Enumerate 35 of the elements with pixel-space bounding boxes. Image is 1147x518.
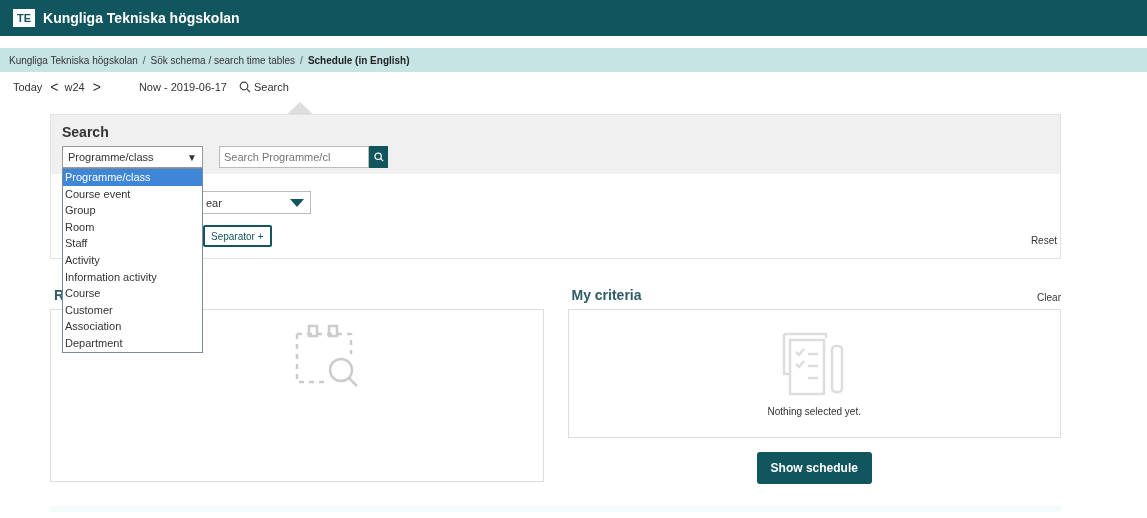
dropdown-option[interactable]: Staff <box>63 235 202 252</box>
search-icon <box>239 81 251 93</box>
reset-link[interactable]: Reset <box>1030 234 1057 246</box>
search-button[interactable] <box>369 146 388 168</box>
date-label: Now - 2019-06-17 <box>138 81 227 93</box>
separator-button[interactable]: Separator + <box>203 225 272 247</box>
breadcrumb-separator: / <box>142 54 146 66</box>
site-title[interactable]: Kungliga Tekniska högskolan <box>43 10 240 26</box>
logo[interactable]: TE <box>13 9 36 27</box>
search-heading: Search <box>62 124 110 140</box>
dropdown-option[interactable]: Programme/class <box>63 169 202 186</box>
breadcrumb-link[interactable]: Kungliga Tekniska högskolan <box>9 54 138 66</box>
week-label: w24 <box>64 81 85 93</box>
dropdown-option[interactable]: Department <box>63 334 202 352</box>
next-week-link[interactable]: > <box>92 79 101 95</box>
dropdown-option[interactable]: Information activity <box>63 268 202 286</box>
previous-week-link[interactable]: < <box>50 79 59 95</box>
breadcrumb-link[interactable]: Sök schema / search time tables <box>150 54 296 66</box>
empty-message: Nothing selected yet. <box>767 406 861 417</box>
breadcrumb-link[interactable]: Schedule (in English) <box>307 54 410 66</box>
dropdown-option[interactable]: Activity <box>63 251 202 269</box>
search-link[interactable]: Search <box>239 81 289 93</box>
breadcrumb-separator: / <box>300 54 303 66</box>
search-field[interactable]: Search Programme/cl <box>219 146 369 168</box>
criteria-heading: My criteria <box>570 287 642 303</box>
show-schedule-button[interactable]: Show schedule <box>756 452 872 484</box>
dropdown-option[interactable]: Association <box>63 318 202 335</box>
today-link[interactable]: Today <box>13 81 43 93</box>
clear-link[interactable]: Clear <box>1037 292 1061 303</box>
search-icon <box>373 152 384 162</box>
dropdown-option[interactable]: Room <box>63 218 202 236</box>
caret-icon <box>290 198 304 207</box>
dropdown-option[interactable]: Customer <box>63 301 202 319</box>
dropdown-option[interactable]: Course <box>63 285 202 302</box>
type-select[interactable]: Programme/class ▼ <box>62 146 203 168</box>
